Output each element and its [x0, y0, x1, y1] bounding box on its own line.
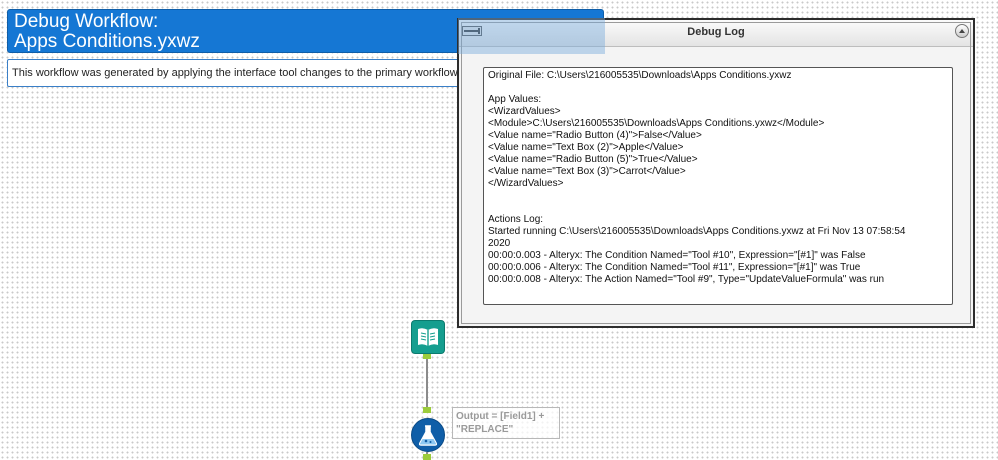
log-line: Original File: C:\Users\216005535\Downlo… [488, 70, 792, 81]
annotation-line2: "REPLACE" [456, 424, 514, 435]
log-line: 00:00:0.006 - Alteryx: The Condition Nam… [488, 262, 861, 273]
interface-input-tool[interactable] [411, 320, 445, 354]
log-line: <Module>C:\Users\216005535\Downloads\App… [488, 118, 825, 129]
annotation-line1: Output = [Field1] + [456, 411, 545, 422]
log-line: Started running C:\Users\216005535\Downl… [488, 226, 906, 237]
chevron-up-icon [959, 29, 965, 33]
debug-log-header[interactable]: Debug Log [459, 20, 973, 47]
book-icon [418, 328, 438, 346]
log-line: <WizardValues> [488, 106, 561, 117]
connection-line [426, 355, 428, 407]
log-line: <Value name="Text Box (3)">Carrot</Value… [488, 166, 686, 177]
formula-tool-annotation[interactable]: Output = [Field1] + "REPLACE" [452, 407, 560, 439]
log-line: Actions Log: [488, 214, 544, 225]
debug-log-panel[interactable]: Debug Log Original File: C:\Users\216005… [457, 18, 975, 328]
log-line: <Value name="Radio Button (4)">False</Va… [488, 130, 702, 141]
log-line: <Value name="Text Box (2)">Apple</Value> [488, 142, 684, 153]
debug-log-title: Debug Log [687, 26, 745, 38]
log-line: 00:00:0.008 - Alteryx: The Action Named=… [488, 274, 885, 285]
output-anchor[interactable] [423, 454, 431, 460]
workflow-description-comment[interactable]: This workflow was generated by applying … [7, 59, 465, 87]
log-line: 2020 [488, 238, 511, 249]
log-line: 00:00:0.003 - Alteryx: The Condition Nam… [488, 250, 866, 261]
input-anchor[interactable] [423, 407, 431, 413]
workflow-description-text: This workflow was generated by applying … [12, 67, 461, 79]
collapse-button[interactable] [955, 24, 969, 38]
formula-tool[interactable] [411, 418, 445, 452]
log-line: App Values: [488, 94, 542, 105]
flask-icon [418, 425, 438, 446]
log-line: </WizardValues> [488, 178, 564, 189]
debug-log-text-area[interactable]: Original File: C:\Users\216005535\Downlo… [483, 67, 953, 305]
log-line: <Value name="Radio Button (5)">True</Val… [488, 154, 698, 165]
